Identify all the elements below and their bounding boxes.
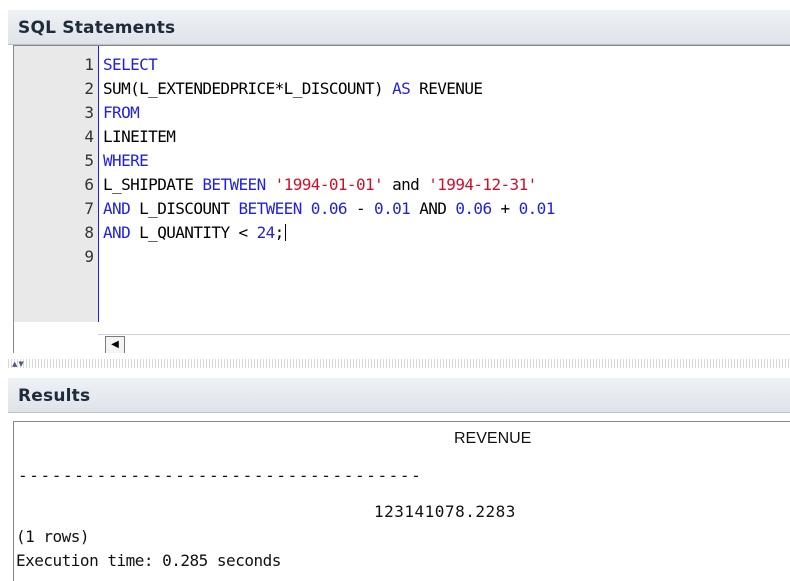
sql-editor[interactable]: 1 2 3 4 5 6 7 8 9 SELECT SUM(L_EXTENDEDPRICE*L_DI… [13, 45, 790, 353]
code-line: FROM [103, 102, 140, 124]
line-number: 1 [84, 55, 94, 74]
sql-keyword: BETWEEN [202, 175, 266, 194]
code-line: SUM(L_EXTENDEDPRICE*L_DISCOUNT) AS REVEN… [103, 78, 483, 100]
sql-keyword: SELECT [103, 55, 158, 74]
sql-keyword: AS [392, 79, 411, 98]
code-line: AND L_DISCOUNT BETWEEN 0.06 - 0.01 AND 0… [103, 198, 555, 220]
sql-keyword: WHERE [103, 151, 149, 170]
execution-time: Execution time: 0.285 seconds [16, 551, 281, 570]
code-line: SELECT [103, 54, 158, 76]
revenue-value: 123141078.2283 [374, 502, 516, 521]
sql-number: 0.06 [455, 199, 492, 218]
line-number: 7 [84, 199, 94, 218]
results-output: REVENUE --------------------------------… [13, 421, 790, 581]
sql-text: + [491, 199, 519, 218]
sql-text: - [346, 199, 375, 218]
line-number: 3 [84, 103, 94, 122]
sql-text: SUM(L_EXTENDEDPRICE*L_DISCOUNT) [103, 79, 393, 98]
sql-number: 24 [256, 223, 276, 242]
sql-text: AND [410, 199, 456, 218]
panel-splitter[interactable] [8, 359, 790, 368]
column-header-revenue: REVENUE [454, 430, 532, 447]
sql-text: LINEITEM [103, 127, 176, 146]
arrow-left-icon[interactable]: ◀ [105, 336, 125, 353]
sql-keyword: AND [103, 199, 131, 218]
text-caret [284, 224, 286, 241]
sql-number: 0.06 [310, 199, 348, 218]
sql-text: and [383, 175, 429, 194]
sql-text: ; [274, 223, 285, 242]
code-line: AND L_QUANTITY < 24; [103, 222, 286, 244]
sql-text: L_SHIPDATE [103, 175, 203, 194]
sql-text: L_QUANTITY < [130, 223, 257, 242]
line-number: 5 [84, 151, 94, 170]
line-number: 8 [84, 223, 94, 242]
code-line: WHERE [103, 150, 149, 172]
code-line: LINEITEM [103, 126, 176, 148]
sql-text: L_DISCOUNT [130, 199, 239, 218]
code-line: L_SHIPDATE BETWEEN '1994-01-01' and '199… [103, 174, 537, 196]
line-number-gutter: 1 2 3 4 5 6 7 8 9 [14, 46, 99, 322]
results-header: Results [8, 378, 790, 413]
line-number: 2 [84, 79, 94, 98]
header-separator: ------------------------------------ [18, 466, 423, 485]
split-arrows-icon[interactable]: ▲▼ [12, 361, 25, 368]
sql-keyword: BETWEEN [238, 199, 303, 218]
results-title: Results [18, 386, 91, 406]
sql-statements-title: SQL Statements [18, 18, 176, 38]
sql-string: '1994-12-31' [428, 175, 537, 194]
line-number: 4 [84, 127, 94, 146]
sql-string: '1994-01-01' [274, 175, 384, 194]
line-number: 9 [84, 247, 94, 266]
horizontal-scrollbar[interactable]: ◀ [98, 334, 790, 353]
sql-client-window: SQL Statements 1 2 3 4 5 6 7 8 9 SELECT SUM(L_EXT… [8, 8, 790, 581]
sql-number: 0.01 [518, 199, 556, 218]
sql-keyword: AND [103, 223, 131, 242]
sql-keyword: FROM [103, 103, 140, 122]
sql-number: 0.01 [374, 199, 411, 218]
sql-text: REVENUE [410, 79, 483, 98]
line-number: 6 [84, 175, 94, 194]
sql-statements-header: SQL Statements [8, 10, 790, 45]
rows-count: (1 rows) [16, 527, 90, 546]
